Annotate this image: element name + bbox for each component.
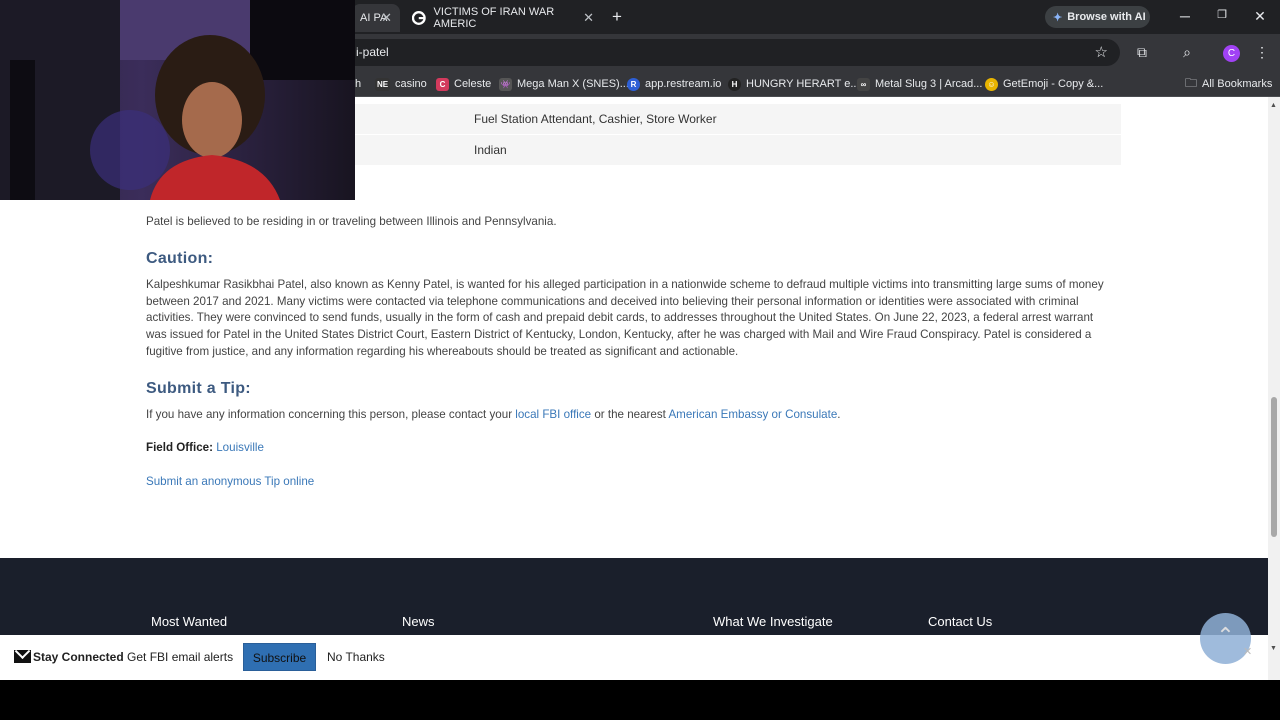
bookmark-item[interactable]: R app.restream.io: [627, 76, 721, 92]
close-window-icon[interactable]: ✕: [1250, 8, 1270, 25]
folder-icon: 🗀: [1185, 75, 1198, 90]
footer-news[interactable]: News: [402, 614, 435, 629]
footer-what-we-investigate[interactable]: What We Investigate: [713, 614, 833, 629]
ne-icon: NE: [375, 77, 390, 91]
bookmark-star-icon[interactable]: ☆: [1095, 39, 1108, 66]
tab-label: VICTIMS OF IRAN WAR AMERIC: [433, 6, 555, 30]
bookmark-item[interactable]: H HUNGRY HERART e...: [728, 76, 860, 92]
embassy-link[interactable]: American Embassy or Consulate: [668, 408, 837, 421]
field-office-label: Field Office:: [146, 441, 213, 454]
remarks-text: Patel is believed to be residing in or t…: [146, 215, 557, 228]
stay-connected-text: Stay Connected Get FBI email alerts: [33, 650, 234, 664]
scroll-down-icon[interactable]: ▼: [1270, 645, 1277, 652]
tab-search-icon[interactable]: ⌕: [1178, 44, 1196, 62]
tip-text: If you have any information concerning t…: [146, 408, 841, 421]
browse-with-ai-button[interactable]: ✦ Browse with AI: [1045, 6, 1150, 28]
webcam-feed-image: [0, 0, 355, 200]
webcam-overlay: [0, 0, 355, 200]
caution-text: Kalpeshkumar Rasikbhai Patel, also known…: [146, 278, 1104, 358]
scrollbar[interactable]: ▲ ▼: [1268, 97, 1280, 680]
field-office-link[interactable]: Louisville: [216, 441, 264, 454]
taskbar-area: [0, 680, 1280, 720]
address-bar[interactable]: i-patel ☆: [330, 39, 1120, 66]
local-fbi-office-link[interactable]: local FBI office: [515, 408, 591, 421]
stay-connected-bar: Stay Connected Get FBI email alerts Subs…: [0, 635, 1268, 680]
invader-icon: 👾: [499, 77, 512, 91]
chevron-up-icon: ⌃: [1216, 623, 1235, 648]
scroll-up-icon[interactable]: ▲: [1270, 102, 1277, 109]
footer-most-wanted[interactable]: Most Wanted: [151, 614, 227, 629]
bookmark-item[interactable]: C Celeste: [436, 76, 491, 92]
new-tab-icon[interactable]: +: [608, 8, 626, 26]
avatar[interactable]: C: [1223, 45, 1240, 62]
all-bookmarks[interactable]: 🗀 All Bookmarks: [1185, 76, 1272, 92]
emoji-icon: ☺: [985, 77, 998, 91]
restore-icon[interactable]: ❐: [1212, 8, 1232, 21]
bookmark-item[interactable]: 👾 Mega Man X (SNES)...: [499, 76, 629, 92]
anonymous-tip-link[interactable]: Submit an anonymous Tip online: [146, 474, 314, 491]
footer-contact-us[interactable]: Contact Us: [928, 614, 992, 629]
arcade-icon: ∞: [857, 77, 870, 91]
bookmark-item[interactable]: NE casino: [375, 76, 427, 92]
google-icon: [412, 11, 426, 25]
menu-icon[interactable]: ⋮: [1253, 44, 1271, 62]
bookmark-item[interactable]: h: [355, 76, 361, 92]
bookmark-item[interactable]: ∞ Metal Slug 3 | Arcad...: [857, 76, 982, 92]
no-thanks-button[interactable]: No Thanks: [327, 650, 385, 664]
caution-heading: Caution:: [146, 250, 214, 267]
sparkle-icon: ✦: [1053, 11, 1063, 24]
restream-icon: R: [627, 77, 640, 91]
subscribe-button[interactable]: Subscribe: [243, 643, 316, 671]
field-office: Field Office: Louisville: [146, 440, 264, 457]
close-icon[interactable]: ✕: [1243, 645, 1252, 658]
celeste-icon: C: [436, 77, 449, 91]
hungry-icon: H: [728, 77, 741, 91]
minimize-icon[interactable]: ─: [1175, 8, 1195, 24]
tab-victims[interactable]: VICTIMS OF IRAN WAR AMERIC ✕: [404, 4, 602, 32]
mail-icon: [14, 650, 31, 663]
tab-close-icon[interactable]: ✕: [381, 10, 392, 26]
tab-current[interactable]: AI PA ✕: [352, 4, 400, 32]
submit-tip-heading: Submit a Tip:: [146, 380, 251, 397]
bookmark-item[interactable]: ☺ GetEmoji - Copy &...: [985, 76, 1103, 92]
scroll-thumb[interactable]: [1271, 397, 1277, 537]
extensions-icon[interactable]: ⧉: [1133, 44, 1151, 62]
tab-close-icon[interactable]: ✕: [583, 10, 594, 26]
